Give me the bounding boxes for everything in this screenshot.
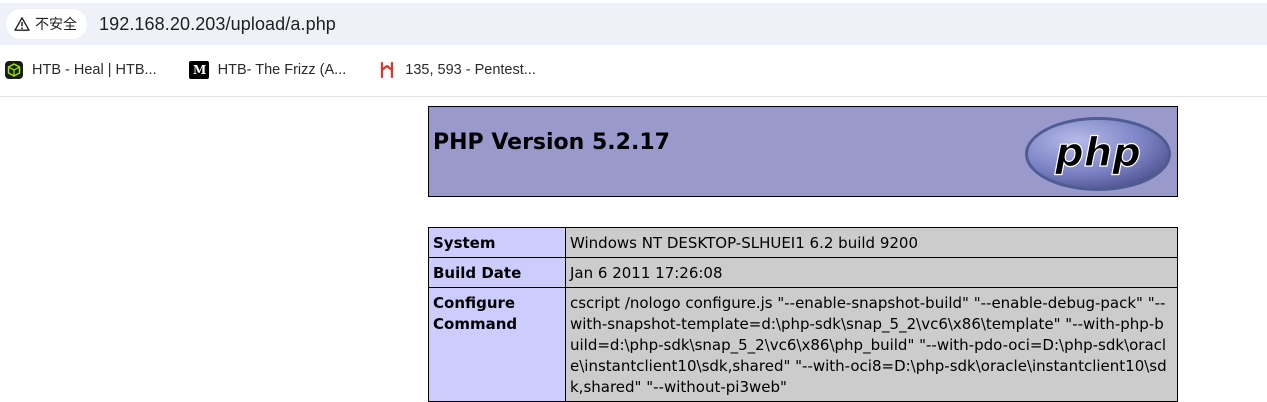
table-row: System Windows NT DESKTOP-SLHUEI1 6.2 bu… (428, 227, 1178, 258)
pentest-icon (378, 61, 396, 79)
row-key: System (428, 227, 566, 258)
page-title: PHP Version 5.2.17 (433, 130, 670, 155)
row-value: cscript /nologo configure.js "--enable-s… (565, 287, 1178, 402)
bookmark-htb-frizz[interactable]: M HTB- The Frizz (A... (188, 61, 347, 79)
medium-icon: M (188, 61, 209, 79)
bookmarks-bar: HTB - Heal | HTB... M HTB- The Frizz (A.… (0, 56, 568, 84)
security-indicator[interactable]: 不安全 (6, 9, 87, 39)
bookmark-label: 135, 593 - Pentest... (405, 62, 536, 78)
php-version-header: PHP Version 5.2.17 php (428, 106, 1178, 197)
row-key: Build Date (428, 257, 566, 288)
htb-icon (5, 61, 23, 79)
url-text[interactable]: 192.168.20.203/upload/a.php (99, 14, 336, 35)
phpinfo-table: System Windows NT DESKTOP-SLHUEI1 6.2 bu… (428, 227, 1178, 402)
bookmark-pentest[interactable]: 135, 593 - Pentest... (378, 61, 536, 79)
php-logo-icon: php (1025, 117, 1171, 191)
bookmark-label: HTB- The Frizz (A... (217, 62, 347, 78)
bookmark-label: HTB - Heal | HTB... (32, 62, 157, 78)
php-logo-text: php (1054, 130, 1141, 176)
bookmark-htb-heal[interactable]: HTB - Heal | HTB... (5, 61, 157, 79)
browser-chrome: 不安全 192.168.20.203/upload/a.php HTB - He… (0, 0, 1267, 97)
phpinfo-content: PHP Version 5.2.17 php System Windows NT… (428, 106, 1178, 402)
row-value: Jan 6 2011 17:26:08 (565, 257, 1178, 288)
warning-triangle-icon (14, 17, 30, 31)
table-row: Build Date Jan 6 2011 17:26:08 (428, 257, 1178, 288)
security-label: 不安全 (35, 16, 77, 32)
row-key: Configure Command (428, 287, 566, 402)
row-value: Windows NT DESKTOP-SLHUEI1 6.2 build 920… (565, 227, 1178, 258)
address-bar[interactable]: 不安全 192.168.20.203/upload/a.php (0, 3, 1267, 45)
table-row: Configure Command cscript /nologo config… (428, 287, 1178, 402)
